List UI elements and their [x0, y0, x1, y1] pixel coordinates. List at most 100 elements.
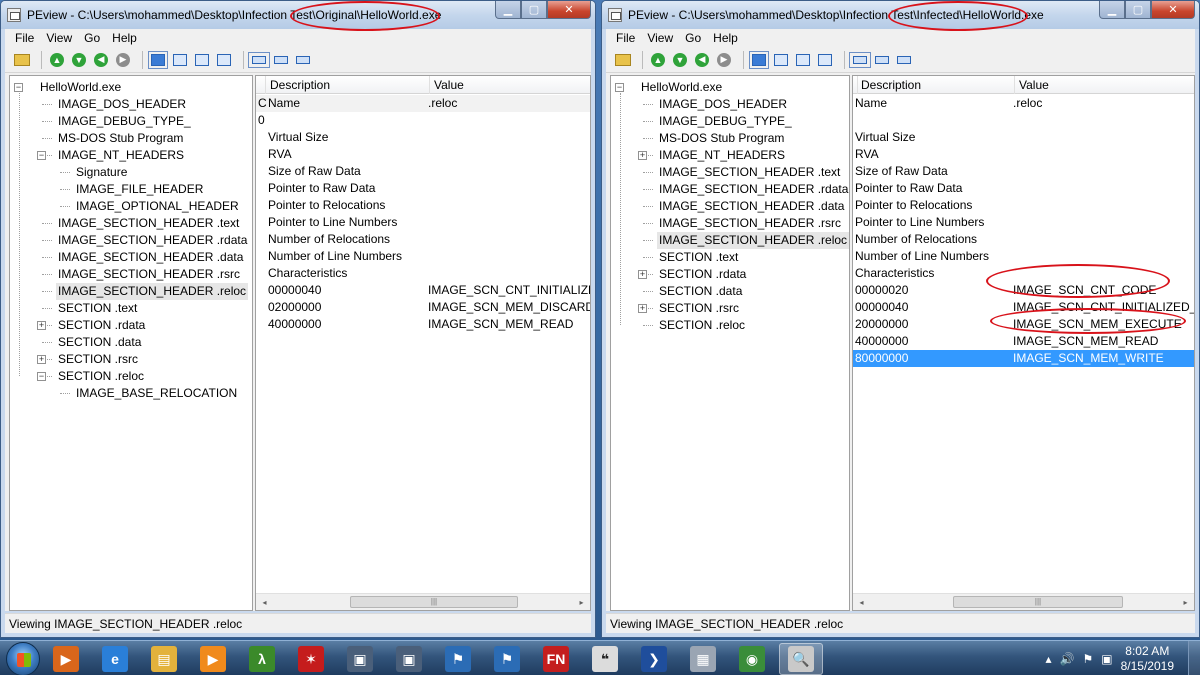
expand-icon[interactable]: +: [37, 355, 46, 364]
taskbar-app-chrome[interactable]: ◉: [730, 643, 774, 675]
taskbar-app-red-splat-app[interactable]: ✶: [289, 643, 333, 675]
table-row[interactable]: Pointer to Line Numbers: [256, 214, 590, 231]
byte-view-1-button[interactable]: [248, 51, 270, 69]
tree-item[interactable]: IMAGE_DOS_HEADER: [56, 96, 188, 113]
table-row[interactable]: Name .reloc: [853, 95, 1194, 112]
taskbar-app-windows-media-player[interactable]: ▶: [191, 643, 235, 675]
collapse-icon[interactable]: −: [14, 83, 23, 92]
expand-icon[interactable]: +: [638, 304, 647, 313]
menu-go[interactable]: Go: [679, 31, 707, 45]
go-down-button[interactable]: ▼: [671, 51, 689, 69]
table-row[interactable]: 00000040 IMAGE_SCN_CNT_INITIALIZED_: [853, 299, 1194, 316]
table-row[interactable]: 02000000 IMAGE_SCN_MEM_DISCARD: [256, 299, 590, 316]
tree-item[interactable]: SECTION .data: [56, 334, 143, 351]
tree-item[interactable]: SECTION .rdata: [56, 317, 147, 334]
detail-list[interactable]: Description Value ◂ ||| ▸ C Name .reloc 0 Vi…: [255, 75, 591, 611]
expand-icon[interactable]: +: [638, 151, 647, 160]
titlebar[interactable]: PEview - C:\Users\mohammed\Desktop\Infec…: [1, 1, 595, 29]
minimize-button[interactable]: ▁: [1099, 1, 1125, 19]
scroll-thumb[interactable]: |||: [953, 596, 1123, 608]
table-row[interactable]: Number of Line Numbers: [853, 248, 1194, 265]
table-row[interactable]: Characteristics: [256, 265, 590, 282]
taskbar-app-internet-explorer[interactable]: e: [93, 643, 137, 675]
tree-item[interactable]: IMAGE_SECTION_HEADER .data: [56, 249, 245, 266]
open-file-button[interactable]: [13, 51, 31, 69]
structure-tree[interactable]: HelloWorld.exe − IMAGE_DOS_HEADER IMAGE_DEB…: [9, 75, 253, 611]
column-header-value[interactable]: Value: [1015, 76, 1194, 94]
taskbar-app-vm-monitor-2[interactable]: ▣: [387, 643, 431, 675]
tree-item[interactable]: IMAGE_SECTION_HEADER .text: [657, 164, 842, 181]
menu-go[interactable]: Go: [78, 31, 106, 45]
collapse-icon[interactable]: −: [37, 151, 46, 160]
tree-item[interactable]: SECTION .rsrc: [657, 300, 741, 317]
titlebar[interactable]: PEview - C:\Users\mohammed\Desktop\Infec…: [602, 1, 1199, 29]
menu-view[interactable]: View: [641, 31, 679, 45]
tree-item[interactable]: IMAGE_DEBUG_TYPE_: [56, 113, 193, 130]
taskbar-app-vm-monitor-1[interactable]: ▣: [338, 643, 382, 675]
tree-item[interactable]: IMAGE_FILE_HEADER: [74, 181, 205, 198]
close-button[interactable]: ✕: [1151, 1, 1195, 19]
go-forward-button[interactable]: ▶: [114, 51, 132, 69]
tree-item[interactable]: IMAGE_SECTION_HEADER .rdata: [657, 181, 849, 198]
table-row[interactable]: 00000040 IMAGE_SCN_CNT_INITIALIZED: [256, 282, 590, 299]
go-up-button[interactable]: ▲: [649, 51, 667, 69]
table-row[interactable]: [853, 112, 1194, 129]
start-button[interactable]: [6, 642, 40, 675]
byte-view-2-button[interactable]: [272, 51, 290, 69]
tree-item[interactable]: SECTION .rdata: [657, 266, 748, 283]
menu-view[interactable]: View: [40, 31, 78, 45]
horizontal-scrollbar[interactable]: ◂ ||| ▸: [256, 593, 590, 610]
tree-item[interactable]: IMAGE_SECTION_HEADER .data: [657, 198, 846, 215]
clock[interactable]: 8:02 AM 8/15/2019: [1121, 644, 1174, 674]
tree-item[interactable]: IMAGE_DOS_HEADER: [657, 96, 789, 113]
tree-item[interactable]: Signature: [74, 164, 129, 181]
view-mode-2-button[interactable]: [171, 51, 189, 69]
table-row[interactable]: Pointer to Relocations: [853, 197, 1194, 214]
column-header-value[interactable]: Value: [430, 76, 590, 94]
close-button[interactable]: ✕: [547, 1, 591, 19]
taskbar-app-peview-magnifier[interactable]: 🔍: [779, 643, 823, 675]
tree-item[interactable]: SECTION .rsrc: [56, 351, 140, 368]
go-down-button[interactable]: ▼: [70, 51, 88, 69]
table-row[interactable]: 80000000 IMAGE_SCN_MEM_WRITE: [853, 350, 1194, 367]
tree-item[interactable]: IMAGE_SECTION_HEADER .rdata: [56, 232, 249, 249]
tree-item[interactable]: SECTION .reloc: [657, 317, 747, 334]
column-header-description[interactable]: Description: [857, 76, 1015, 94]
tree-item[interactable]: SECTION .reloc: [56, 368, 146, 385]
tree-item[interactable]: IMAGE_NT_HEADERS: [657, 147, 787, 164]
tree-item[interactable]: IMAGE_BASE_RELOCATION: [74, 385, 239, 402]
go-forward-button[interactable]: ▶: [715, 51, 733, 69]
taskbar-app-file-explorer[interactable]: ▤: [142, 643, 186, 675]
collapse-icon[interactable]: −: [615, 83, 624, 92]
scroll-right-arrow[interactable]: ▸: [573, 594, 590, 610]
view-mode-2-button[interactable]: [772, 51, 790, 69]
table-row[interactable]: Virtual Size: [256, 129, 590, 146]
scroll-left-arrow[interactable]: ◂: [256, 594, 273, 610]
table-row[interactable]: 00000020 IMAGE_SCN_CNT_CODE: [853, 282, 1194, 299]
scroll-thumb[interactable]: |||: [350, 596, 518, 608]
taskbar-app-lambda-app[interactable]: λ: [240, 643, 284, 675]
tree-item[interactable]: SECTION .text: [657, 249, 740, 266]
open-file-button[interactable]: [614, 51, 632, 69]
table-row[interactable]: Size of Raw Data: [853, 163, 1194, 180]
minimize-button[interactable]: ▁: [495, 1, 521, 19]
column-header-data[interactable]: [256, 76, 266, 94]
table-row[interactable]: 20000000 IMAGE_SCN_MEM_EXECUTE: [853, 316, 1194, 333]
show-desktop-button[interactable]: [1188, 641, 1200, 675]
tree-item[interactable]: IMAGE_SECTION_HEADER .reloc: [657, 232, 849, 249]
byte-view-3-button[interactable]: [895, 51, 913, 69]
horizontal-scrollbar[interactable]: ◂ ||| ▸: [853, 593, 1194, 610]
tree-item[interactable]: MS-DOS Stub Program: [657, 130, 786, 147]
byte-view-2-button[interactable]: [873, 51, 891, 69]
tray-expand-icon[interactable]: ▴: [1046, 652, 1052, 666]
taskbar-app-windows-flag-2[interactable]: ⚑: [485, 643, 529, 675]
table-row[interactable]: Pointer to Relocations: [256, 197, 590, 214]
tree-item[interactable]: SECTION .data: [657, 283, 744, 300]
table-row[interactable]: Characteristics: [853, 265, 1194, 282]
tree-item[interactable]: SECTION .text: [56, 300, 139, 317]
table-row[interactable]: Pointer to Line Numbers: [853, 214, 1194, 231]
view-mode-4-button[interactable]: [215, 51, 233, 69]
network-icon[interactable]: ▣: [1101, 652, 1112, 666]
taskbar-app-fn-app[interactable]: FN: [534, 643, 578, 675]
table-row[interactable]: Number of Line Numbers: [256, 248, 590, 265]
